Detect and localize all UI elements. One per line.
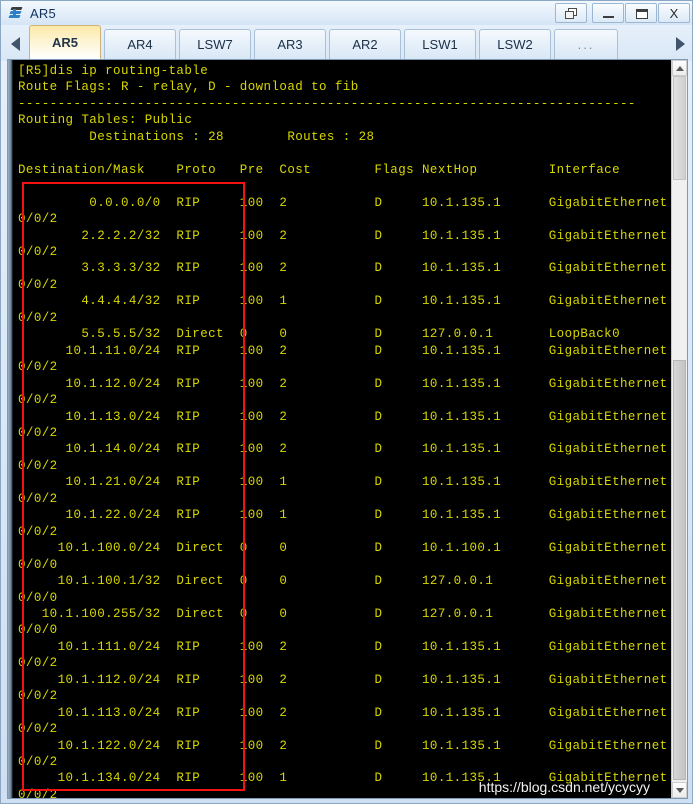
maximize-icon (636, 9, 648, 19)
tab-label: AR5 (51, 35, 78, 50)
tab-label: AR2 (352, 37, 378, 52)
close-icon: X (669, 5, 679, 21)
terminal-output[interactable]: [R5]dis ip routing-table Route Flags: R … (8, 60, 672, 798)
terminal-panel: [R5]dis ip routing-table Route Flags: R … (7, 59, 688, 799)
terminal-text: [R5]dis ip routing-table Route Flags: R … (18, 64, 668, 798)
tab-scroll-left-button[interactable] (1, 29, 29, 59)
close-button[interactable]: X (658, 3, 690, 23)
terminal-left-edge (8, 60, 13, 798)
tab-overflow[interactable]: ... (554, 29, 618, 59)
chevron-left-icon (10, 37, 20, 51)
maximize-button[interactable] (625, 3, 657, 23)
window-title: AR5 (30, 5, 56, 21)
tab-ar4[interactable]: AR4 (104, 29, 176, 59)
tab-label: LSW2 (497, 37, 533, 52)
window-controls: X (554, 3, 690, 23)
caret-up-icon (675, 65, 684, 71)
tab-label: ... (577, 37, 595, 52)
tab-label: LSW7 (197, 37, 233, 52)
minimize-icon (603, 16, 614, 18)
terminal-scrollbar[interactable] (671, 60, 687, 798)
tab-label: AR3 (277, 37, 303, 52)
tab-lsw7[interactable]: LSW7 (179, 29, 251, 59)
scrollbar-track-upper[interactable] (673, 76, 686, 180)
router-icon (8, 5, 24, 21)
ensp-device-window: AR5 X AR5 AR4 LSW7 AR3 AR2 LSW1 LSW2 ...… (0, 0, 693, 804)
tab-scroll-right-button[interactable] (666, 29, 692, 59)
tab-label: LSW1 (422, 37, 458, 52)
scroll-up-button[interactable] (672, 60, 687, 76)
minimize-button[interactable] (592, 3, 624, 23)
watermark-text: https://blog.csdn.net/ycycyy (478, 779, 650, 795)
tab-list: AR5 AR4 LSW7 AR3 AR2 LSW1 LSW2 ... (29, 25, 666, 59)
chevron-right-icon (675, 37, 685, 51)
restore-button[interactable] (555, 3, 587, 23)
device-tab-bar: AR5 AR4 LSW7 AR3 AR2 LSW1 LSW2 ... (1, 25, 692, 61)
tab-ar3[interactable]: AR3 (254, 29, 326, 59)
tab-lsw2[interactable]: LSW2 (479, 29, 551, 59)
tab-label: AR4 (127, 37, 153, 52)
title-bar: AR5 X (1, 1, 692, 25)
tab-lsw1[interactable]: LSW1 (404, 29, 476, 59)
scroll-down-button[interactable] (672, 782, 687, 798)
tab-ar2[interactable]: AR2 (329, 29, 401, 59)
caret-down-icon (675, 787, 684, 793)
scrollbar-thumb[interactable] (673, 360, 686, 780)
tab-ar5[interactable]: AR5 (29, 25, 101, 59)
